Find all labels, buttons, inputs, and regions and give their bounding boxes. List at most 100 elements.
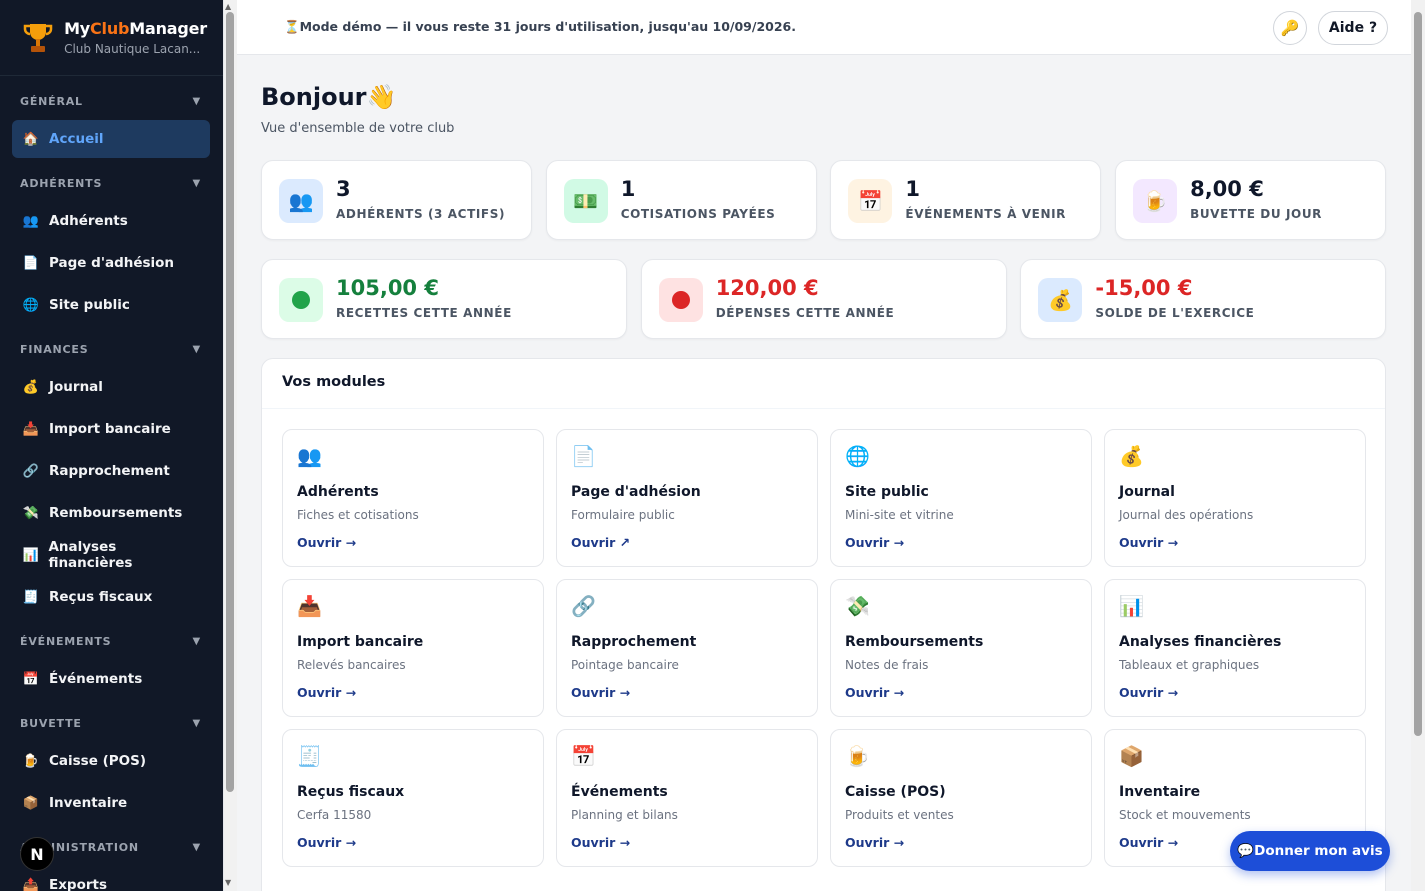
- stat-label: SOLDE DE L'EXERCICE: [1095, 306, 1255, 320]
- trophy-icon: [20, 20, 55, 56]
- chevron-down-icon[interactable]: ▼: [193, 842, 202, 853]
- stat-card: 120,00 € DÉPENSES CETTE ANNÉE: [640, 259, 1007, 339]
- module-card[interactable]: 💰 Journal Journal des opérations Ouvrir →: [1104, 429, 1366, 567]
- module-icon: 💸: [845, 594, 870, 618]
- chevron-down-icon[interactable]: ▼: [193, 636, 202, 647]
- main-content: Bonjour👋 Vue d'ensemble de votre club 👥 3…: [237, 55, 1411, 891]
- nav-icon: 📤: [22, 877, 40, 891]
- module-icon: 🔗: [571, 594, 596, 618]
- module-description: Stock et mouvements: [1119, 808, 1251, 822]
- sidebar-item[interactable]: 📅 Événements: [12, 660, 210, 698]
- module-open-link[interactable]: Ouvrir →: [297, 535, 356, 550]
- sidebar-item[interactable]: 📄 Page d'adhésion: [12, 244, 210, 282]
- sidebar-section-header[interactable]: FINANCES ▼: [0, 330, 223, 368]
- module-icon: 📥: [297, 594, 322, 618]
- sidebar-item[interactable]: 📥 Import bancaire: [12, 410, 210, 448]
- module-title: Inventaire: [1119, 784, 1201, 800]
- module-title: Remboursements: [845, 634, 984, 650]
- module-open-link[interactable]: Ouvrir →: [571, 685, 630, 700]
- sidebar-section: BUVETTE ▼ 🍺 Caisse (POS) 📦 Inventaire: [0, 704, 223, 822]
- module-open-link[interactable]: Ouvrir →: [1119, 685, 1178, 700]
- module-title: Reçus fiscaux: [297, 784, 405, 800]
- module-card[interactable]: 🧾 Reçus fiscaux Cerfa 11580 Ouvrir →: [282, 729, 544, 867]
- sidebar-nav: GÉNÉRAL ▼ 🏠 Accueil ADHÉRENTS ▼ 👥 Adhérents 📄 Pag…: [0, 82, 223, 891]
- module-open-link[interactable]: Ouvrir →: [1119, 535, 1178, 550]
- sidebar-item[interactable]: 👥 Adhérents: [12, 202, 210, 240]
- stat-icon: [279, 278, 323, 322]
- app-name: MyClubManager: [64, 19, 207, 38]
- nav-icon: 📥: [22, 421, 40, 437]
- module-title: Site public: [845, 484, 929, 500]
- scroll-down-arrow[interactable]: ▼: [225, 878, 231, 887]
- brand[interactable]: MyClubManager Club Nautique Lacan...: [0, 0, 223, 76]
- module-icon: 👥: [297, 444, 322, 468]
- stat-card: 📅 1 ÉVÉNEMENTS À VENIR: [830, 160, 1102, 240]
- module-description: Produits et ventes: [845, 808, 954, 822]
- module-description: Notes de frais: [845, 658, 929, 672]
- sidebar-item[interactable]: 📦 Inventaire: [12, 784, 210, 822]
- chevron-down-icon[interactable]: ▼: [193, 718, 202, 729]
- stat-card: 💵 1 COTISATIONS PAYÉES: [545, 160, 817, 240]
- modules-panel: Vos modules 👥 Adhérents Fiches et cotisati…: [261, 358, 1386, 891]
- feedback-button[interactable]: 💬Donner mon avis: [1230, 831, 1390, 871]
- module-title: Journal: [1119, 484, 1175, 500]
- sidebar-section: GÉNÉRAL ▼ 🏠 Accueil: [0, 82, 223, 158]
- module-open-link[interactable]: Ouvrir →: [845, 685, 904, 700]
- stat-icon: 📅: [848, 179, 893, 223]
- stat-value: 3: [336, 177, 351, 201]
- key-button[interactable]: 🔑: [1273, 11, 1307, 45]
- module-open-link[interactable]: Ouvrir →: [845, 835, 904, 850]
- sidebar-section-header[interactable]: GÉNÉRAL ▼: [0, 82, 223, 120]
- stat-icon: 🍺: [1133, 179, 1178, 223]
- module-card[interactable]: 📄 Page d'adhésion Formulaire public Ouvrir …: [556, 429, 818, 567]
- module-card[interactable]: 🌐 Site public Mini-site et vitrine Ouvrir →: [830, 429, 1092, 567]
- chevron-down-icon[interactable]: ▼: [193, 96, 202, 107]
- nav-icon: 💸: [22, 505, 40, 521]
- module-open-link[interactable]: Ouvrir ↗: [571, 535, 630, 550]
- module-icon: 📊: [1119, 594, 1144, 618]
- module-open-link[interactable]: Ouvrir →: [571, 835, 630, 850]
- module-icon: 📅: [571, 744, 596, 768]
- sidebar-item[interactable]: 🧾 Reçus fiscaux: [12, 578, 210, 616]
- module-card[interactable]: 👥 Adhérents Fiches et cotisations Ouvrir →: [282, 429, 544, 567]
- stat-label: COTISATIONS PAYÉES: [620, 207, 776, 221]
- module-open-link[interactable]: Ouvrir →: [297, 835, 356, 850]
- sidebar-item[interactable]: 🔗 Rapprochement: [12, 452, 210, 490]
- module-description: Relevés bancaires: [297, 658, 406, 672]
- scroll-up-arrow[interactable]: ▲: [225, 2, 231, 11]
- nav-icon: 📊: [22, 547, 39, 563]
- module-card[interactable]: 🍺 Caisse (POS) Produits et ventes Ouvrir →: [830, 729, 1092, 867]
- section-title: ÉVÉNEMENTS: [20, 634, 112, 648]
- sidebar-section-header[interactable]: BUVETTE ▼: [0, 704, 223, 742]
- sidebar-item-label: Caisse (POS): [49, 753, 147, 769]
- n-badge[interactable]: N: [20, 837, 54, 871]
- module-card[interactable]: 📥 Import bancaire Relevés bancaires Ouvrir …: [282, 579, 544, 717]
- sidebar-item-label: Événements: [49, 671, 143, 687]
- chevron-down-icon[interactable]: ▼: [193, 178, 202, 189]
- chevron-down-icon[interactable]: ▼: [193, 344, 202, 355]
- main-scrollbar-thumb[interactable]: [1414, 12, 1422, 736]
- module-icon: 🍺: [845, 744, 870, 768]
- module-card[interactable]: 🔗 Rapprochement Pointage bancaire Ouvrir →: [556, 579, 818, 717]
- sidebar-item[interactable]: 🍺 Caisse (POS): [12, 742, 210, 780]
- sidebar-scrollbar-thumb[interactable]: [226, 12, 234, 792]
- sidebar-item[interactable]: 💰 Journal: [12, 368, 210, 406]
- stat-icon: 💰: [1038, 278, 1083, 322]
- module-open-link[interactable]: Ouvrir →: [1119, 835, 1178, 850]
- module-card[interactable]: 💸 Remboursements Notes de frais Ouvrir →: [830, 579, 1092, 717]
- sidebar-item-label: Import bancaire: [49, 421, 171, 437]
- sidebar-item[interactable]: 🌐 Site public: [12, 286, 210, 324]
- sidebar-item[interactable]: 📊 Analyses financières: [12, 536, 210, 574]
- sidebar-item[interactable]: 💸 Remboursements: [12, 494, 210, 532]
- module-card[interactable]: 📅 Événements Planning et bilans Ouvrir →: [556, 729, 818, 867]
- module-open-link[interactable]: Ouvrir →: [845, 535, 904, 550]
- sidebar-item[interactable]: 🏠 Accueil: [12, 120, 210, 158]
- sidebar-section-header[interactable]: ÉVÉNEMENTS ▼: [0, 622, 223, 660]
- module-card[interactable]: 📊 Analyses financières Tableaux et graphiq…: [1104, 579, 1366, 717]
- sidebar-item-label: Reçus fiscaux: [49, 589, 153, 605]
- stat-label: DÉPENSES CETTE ANNÉE: [715, 306, 895, 320]
- help-button[interactable]: Aide ?: [1318, 11, 1388, 45]
- module-open-link[interactable]: Ouvrir →: [297, 685, 356, 700]
- sidebar-section-header[interactable]: ADHÉRENTS ▼: [0, 164, 223, 202]
- stat-card: 💰 -15,00 € SOLDE DE L'EXERCICE: [1020, 259, 1387, 339]
